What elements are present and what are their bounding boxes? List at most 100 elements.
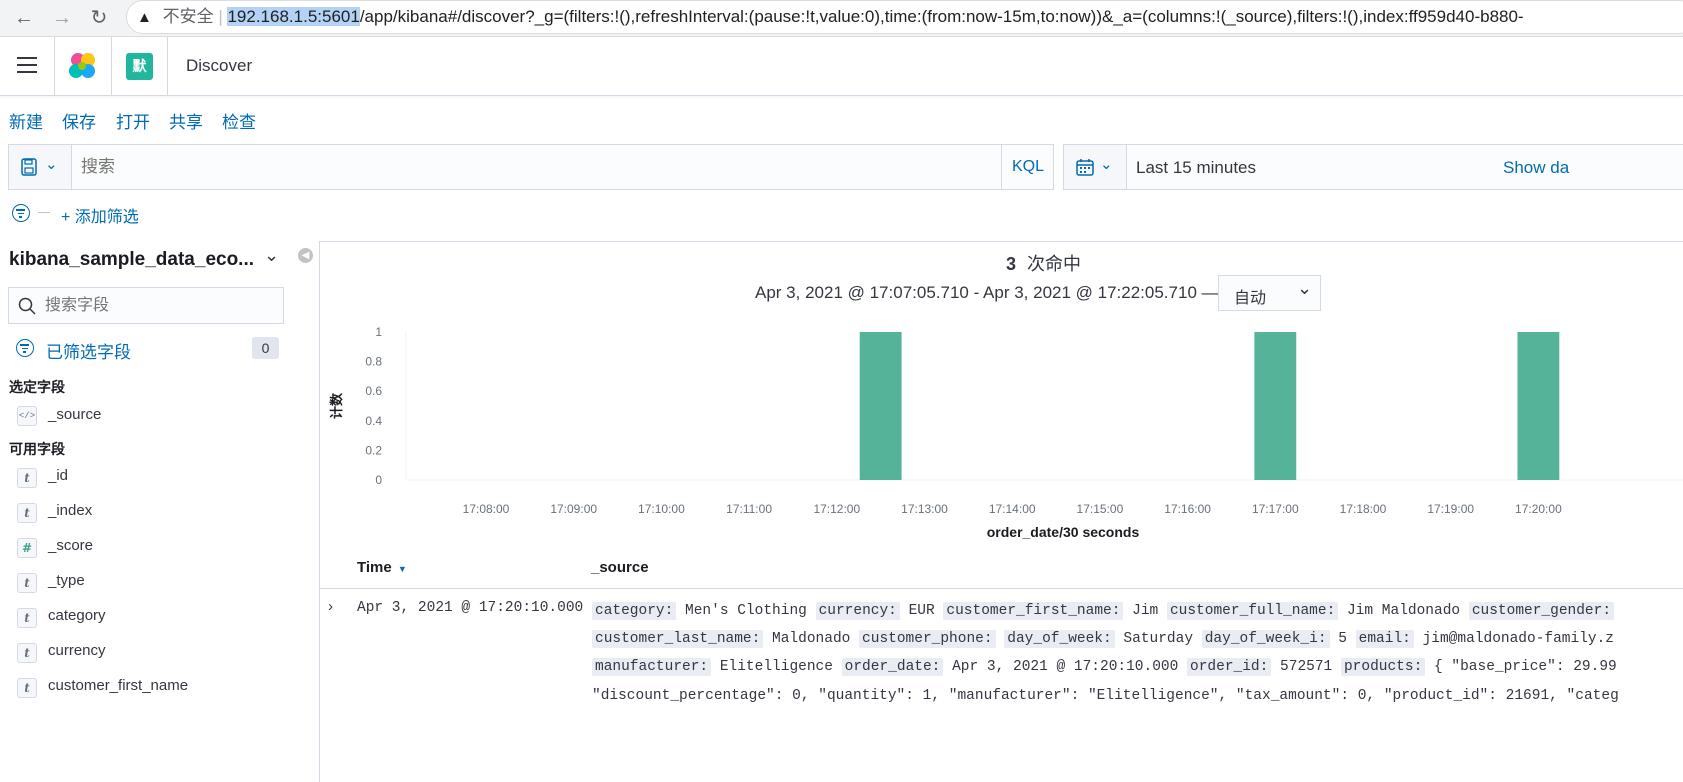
- table-header-divider: [320, 588, 1683, 589]
- source-key: category:: [592, 602, 677, 620]
- nav-open[interactable]: 打开: [116, 108, 150, 133]
- security-label: 不安全: [162, 7, 214, 26]
- save-icon: [21, 158, 37, 176]
- x-tick-label: 17:18:00: [1340, 502, 1387, 516]
- space-avatar[interactable]: 默: [126, 53, 153, 80]
- kibana-logo-icon[interactable]: [68, 52, 98, 80]
- source-key: order_id:: [1187, 658, 1272, 676]
- selected-fields-heading: 选定字段: [9, 379, 65, 395]
- header-divider: [167, 37, 168, 95]
- source-key: customer_phone:: [859, 630, 996, 648]
- quick-menu-button[interactable]: ⌄: [1064, 145, 1127, 189]
- y-tick-label: 0.6: [365, 384, 382, 398]
- field-name: _score: [48, 537, 94, 554]
- back-icon[interactable]: ←: [12, 6, 36, 30]
- y-tick-label: 1: [375, 325, 382, 339]
- hits-summary: 3 次命中: [1006, 250, 1081, 276]
- reload-icon[interactable]: ↻: [87, 6, 111, 30]
- histogram-bar: [1517, 332, 1560, 480]
- nav-new[interactable]: 新建: [9, 108, 43, 133]
- query-bar: ⌄ KQL: [8, 144, 1054, 190]
- string-type-icon: t: [17, 678, 37, 698]
- date-range-label[interactable]: Last 15 minutes: [1136, 158, 1256, 178]
- interval-value: 自动: [1234, 290, 1267, 307]
- source-value: Apr 3, 2021 @ 17:20:10.000: [943, 659, 1188, 675]
- chevron-down-icon: ⌄: [45, 156, 58, 173]
- source-line: manufacturer: Elitelligence order_date: …: [592, 658, 1617, 676]
- nav-inspect[interactable]: 检查: [222, 108, 256, 133]
- field-item[interactable]: t _id: [17, 465, 297, 489]
- source-value: Jim Maldonado: [1338, 603, 1469, 619]
- field-item[interactable]: t customer_first_name: [17, 675, 297, 699]
- number-type-icon: #: [17, 538, 37, 558]
- available-fields-heading: 可用字段: [9, 441, 65, 457]
- source-value: jim@maldonado-family.z: [1413, 631, 1615, 647]
- nav-share[interactable]: 共享: [169, 108, 203, 133]
- y-axis-label: 计数: [329, 392, 344, 419]
- hits-label: 次命中: [1027, 254, 1082, 274]
- source-line: customer_last_name: Maldonado customer_p…: [592, 630, 1615, 648]
- source-key: customer_full_name:: [1166, 602, 1339, 620]
- y-tick-label: 0.4: [365, 414, 382, 428]
- source-value: 572571: [1271, 659, 1341, 675]
- source-key: customer_first_name:: [943, 602, 1124, 620]
- field-name: currency: [48, 642, 106, 659]
- show-dates-button[interactable]: Show da: [1503, 158, 1569, 178]
- column-header-source: _source: [591, 559, 649, 576]
- x-tick-label: 17:17:00: [1252, 502, 1299, 516]
- time-range-text: Apr 3, 2021 @ 17:07:05.710 - Apr 3, 2021…: [755, 283, 1219, 302]
- app-header: 默 Discover: [0, 37, 1683, 96]
- x-tick-label: 17:09:00: [550, 502, 597, 516]
- source-value: 5: [1329, 631, 1356, 647]
- source-line: "discount_percentage": 0, "quantity": 1,…: [592, 688, 1619, 704]
- forward-icon[interactable]: →: [50, 6, 74, 30]
- filter-icon[interactable]: [12, 204, 30, 222]
- query-language-label: KQL: [1012, 158, 1045, 175]
- column-time-label: Time: [357, 559, 392, 576]
- x-tick-label: 17:20:00: [1515, 502, 1562, 516]
- field-search-input[interactable]: [43, 293, 277, 319]
- field-name: category: [48, 607, 106, 624]
- field-item[interactable]: t _index: [17, 500, 297, 524]
- nav-save[interactable]: 保存: [62, 108, 96, 133]
- date-picker: ⌄ Last 15 minutes Show da: [1063, 144, 1683, 190]
- string-type-icon: t: [17, 503, 37, 523]
- address-bar[interactable]: ▲ 不安全 | 192.168.1.5:5601/app/kibana#/dis…: [126, 0, 1683, 34]
- query-language-button[interactable]: KQL: [1001, 145, 1054, 189]
- filtered-fields-label: 已筛选字段: [46, 343, 131, 362]
- field-item[interactable]: t category: [17, 605, 297, 629]
- field-item[interactable]: # _score: [17, 535, 297, 559]
- string-type-icon: t: [17, 468, 37, 488]
- filter-divider: [38, 212, 50, 213]
- field-item[interactable]: t currency: [17, 640, 297, 664]
- histogram-bar: [1254, 332, 1297, 480]
- interval-select[interactable]: 自动 ⌄: [1218, 275, 1321, 311]
- source-key: email:: [1355, 630, 1414, 648]
- available-fields-list: t _id t _index # _score t _type t category t curren…: [17, 465, 297, 765]
- row-time: Apr 3, 2021 @ 17:20:10.000: [357, 600, 584, 616]
- add-filter-button[interactable]: + 添加筛选: [61, 203, 139, 227]
- saved-query-button[interactable]: ⌄: [9, 145, 72, 189]
- source-key: currency:: [815, 602, 900, 620]
- field-item[interactable]: t _type: [17, 570, 297, 594]
- filter-icon: [16, 339, 34, 357]
- string-type-icon: t: [17, 608, 37, 628]
- expand-row-icon[interactable]: ›: [328, 598, 333, 615]
- index-pattern-selector[interactable]: kibana_sample_data_eco... ⌄: [9, 245, 284, 273]
- menu-icon[interactable]: [17, 57, 37, 75]
- breadcrumb-app-title: Discover: [186, 56, 253, 75]
- x-tick-label: 17:11:00: [726, 502, 772, 516]
- column-header-time[interactable]: Time ▼: [357, 559, 407, 576]
- search-input[interactable]: [79, 151, 983, 183]
- collapse-sidebar-icon[interactable]: ◀: [298, 248, 313, 263]
- field-search[interactable]: [8, 287, 284, 324]
- source-value: EUR: [899, 603, 944, 619]
- sort-desc-icon: ▼: [397, 564, 407, 574]
- filtered-fields-toggle[interactable]: 已筛选字段 0: [16, 337, 281, 362]
- header-divider: [111, 37, 112, 95]
- field-item[interactable]: </> _source: [17, 404, 297, 426]
- x-tick-label: 17:08:00: [463, 502, 510, 516]
- histogram-chart: 1 0.8 0.6 0.4 0.2 0 计数 17:08:00 17:09:00 17:10:00…: [329, 325, 1683, 540]
- field-name: customer_first_name: [48, 677, 189, 694]
- x-tick-label: 17:16:00: [1164, 502, 1211, 516]
